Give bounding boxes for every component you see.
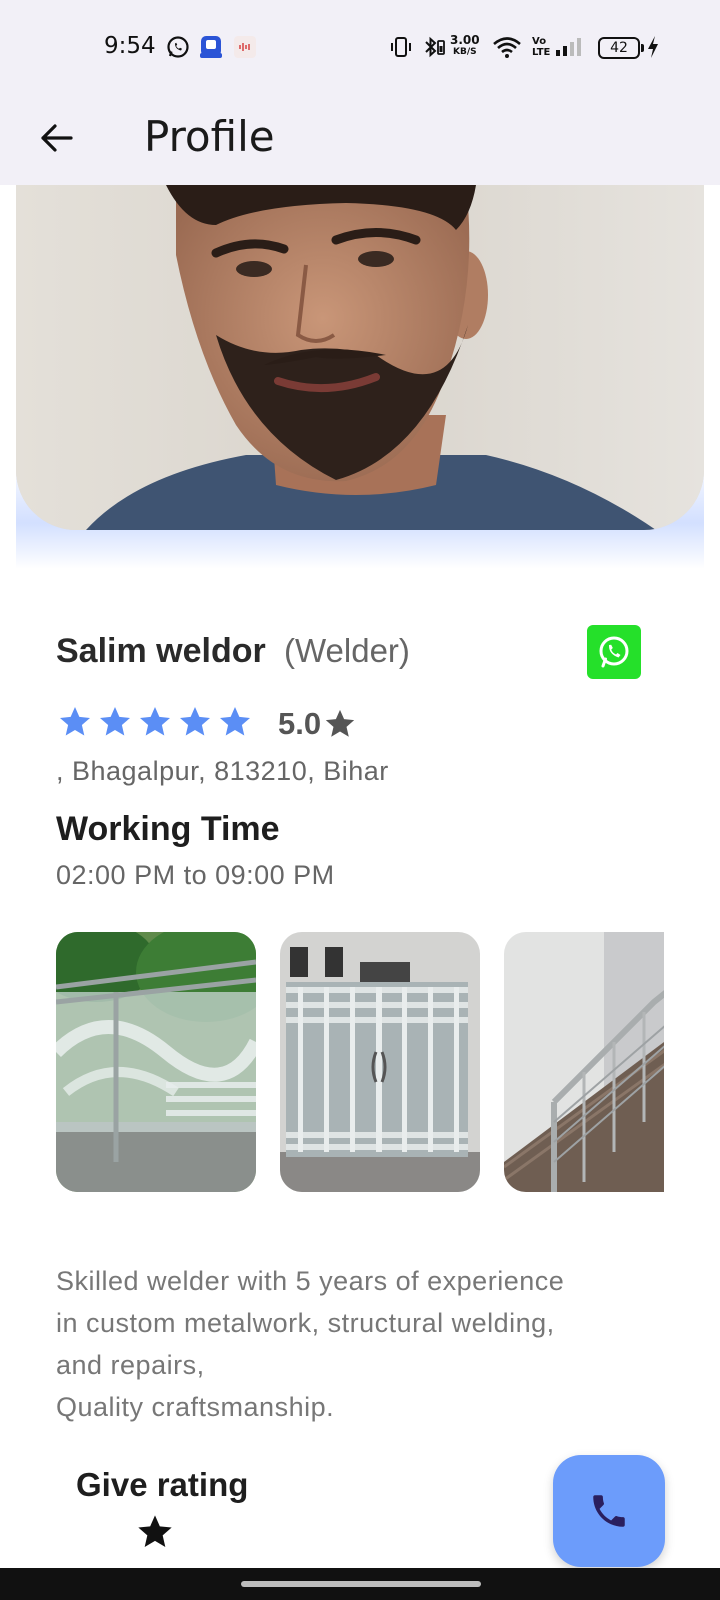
whatsapp-notification-icon — [166, 34, 190, 60]
profile-description: Skilled welder with 5 years of experienc… — [56, 1260, 666, 1428]
working-time-value: 02:00 PM to 09:00 PM — [56, 860, 335, 890]
give-rating-star-button[interactable] — [134, 1512, 176, 1557]
working-time-title: Working Time — [56, 810, 280, 848]
star-icon — [325, 709, 355, 737]
gallery-image-steel-gate[interactable] — [280, 932, 480, 1192]
call-button[interactable] — [553, 1455, 665, 1567]
back-button[interactable] — [30, 112, 82, 164]
volte-bottom: LTE — [532, 47, 551, 58]
gallery-image-stair-railing[interactable] — [504, 932, 664, 1192]
network-speed: 3.00 KB/S — [450, 34, 480, 58]
description-line: Quality craftsmanship. — [56, 1392, 335, 1422]
signal-icon — [554, 34, 586, 60]
profile-role: (Welder) — [284, 632, 410, 669]
arrow-left-icon — [41, 124, 73, 152]
star-icon — [140, 707, 170, 736]
profile-photo — [16, 185, 704, 530]
star-icon — [180, 707, 210, 736]
charging-icon — [646, 34, 660, 60]
give-rating-title: Give rating — [76, 1466, 249, 1503]
star-icon — [100, 707, 130, 736]
rating-value: 5.0 — [278, 706, 322, 741]
whatsapp-button[interactable] — [587, 625, 641, 679]
system-nav-bar — [0, 1568, 720, 1600]
gallery-image-glass-railing[interactable] — [56, 932, 256, 1192]
bluetooth-battery-icon — [422, 34, 446, 60]
description-line: in custom metalwork, structural welding, — [56, 1308, 555, 1338]
profile-address: , Bhagalpur, 813210, Bihar — [56, 756, 389, 786]
phone-icon — [593, 1495, 625, 1527]
volte-top: Vo — [532, 36, 547, 47]
app-notification-icon — [198, 34, 224, 60]
description-line: Skilled welder with 5 years of experienc… — [56, 1266, 565, 1296]
profile-name: Salim weldor — [56, 632, 266, 670]
volte-indicator: Vo LTE — [532, 36, 550, 58]
status-bar: 9:54 3.00 KB/S Vo LTE 42 — [0, 0, 720, 92]
rating-stars — [56, 704, 254, 740]
vibrate-icon — [390, 34, 412, 60]
status-time: 9:54 — [104, 33, 156, 59]
network-speed-value: 3.00 — [450, 33, 480, 47]
description-line: and repairs, — [56, 1350, 205, 1380]
star-icon — [60, 707, 90, 736]
home-gesture-handle[interactable] — [241, 1581, 481, 1587]
work-gallery[interactable] — [56, 932, 664, 1192]
app-bar: Profile — [0, 92, 720, 185]
whatsapp-icon — [599, 636, 629, 668]
recorder-notification-icon — [234, 34, 256, 60]
rating-summary: 5.0 — [278, 706, 357, 742]
star-icon — [220, 707, 250, 736]
star-icon — [138, 1515, 172, 1547]
battery-indicator: 42 — [598, 37, 644, 59]
page-title: Profile — [144, 112, 275, 161]
network-speed-unit: KB/S — [453, 47, 477, 57]
wifi-icon — [492, 34, 522, 60]
